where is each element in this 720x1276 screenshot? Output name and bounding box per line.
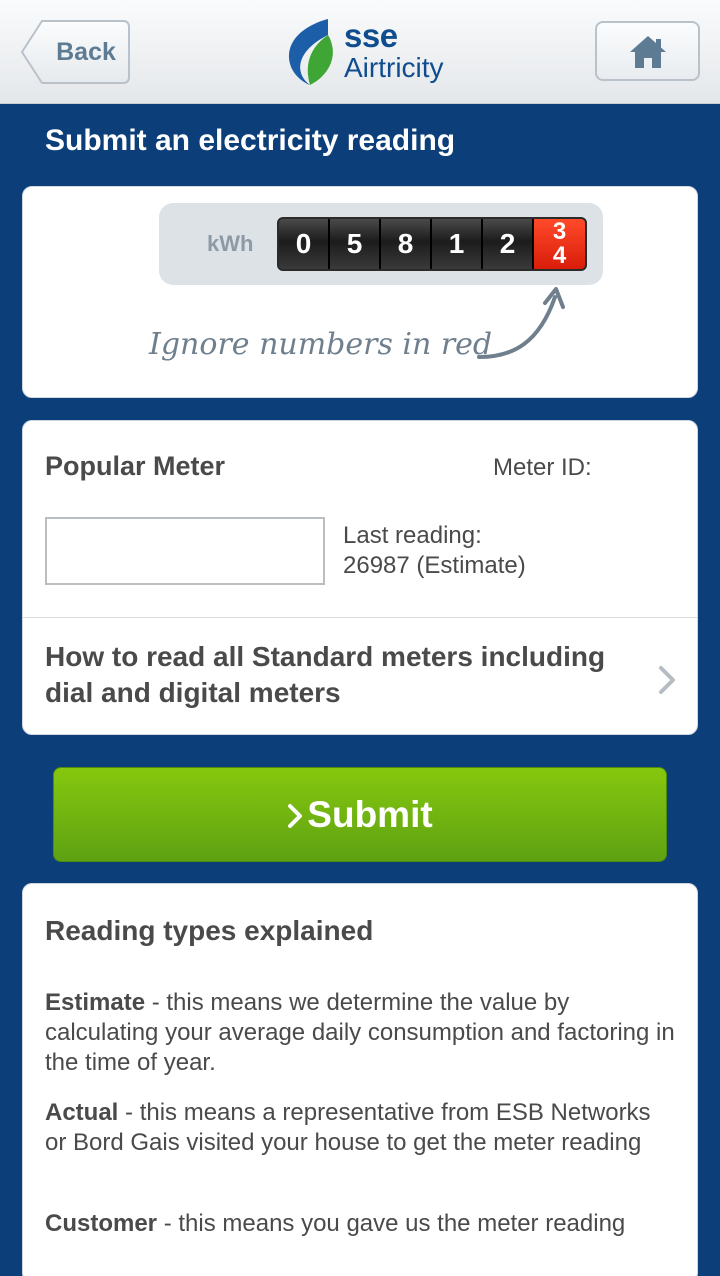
meter-name: Popular Meter — [45, 451, 226, 481]
reading-type-term: Actual — [45, 1099, 119, 1126]
meter-digit: 2 — [483, 219, 534, 269]
reading-type-customer: Customer - this means you gave us the me… — [45, 1209, 675, 1239]
reading-type-text: - this means you gave us the meter readi… — [157, 1210, 626, 1237]
sse-airtricity-logo: sse Airtricity — [280, 17, 450, 87]
reading-type-estimate: Estimate - this means we determine the v… — [45, 988, 675, 1078]
reading-types-card: Reading types explained Estimate - this … — [22, 883, 698, 1276]
back-button-label: Back — [56, 38, 116, 66]
meter-dial-illustration: kWh 0 5 8 1 2 3 4 — [159, 203, 603, 285]
last-reading-label: Last reading: — [343, 522, 482, 549]
meter-id-label: Meter ID: — [493, 454, 592, 481]
submit-label: Submit — [307, 794, 433, 835]
home-button[interactable] — [595, 21, 700, 81]
last-reading-value: 26987 (Estimate) — [343, 552, 526, 579]
meter-red-digit: 3 4 — [534, 219, 585, 269]
how-to-read-meters-link[interactable]: How to read all Standard meters includin… — [45, 639, 645, 711]
meter-reading-card: Popular Meter Meter ID: Last reading: 26… — [22, 420, 698, 735]
meter-digit: 8 — [381, 219, 432, 269]
reading-type-term: Customer — [45, 1210, 158, 1237]
ignore-red-note: Ignore numbers in red — [149, 327, 493, 362]
meter-reading-input[interactable] — [45, 517, 325, 585]
reading-type-text: - this means a representative from ESB N… — [45, 1099, 651, 1156]
reading-types-title: Reading types explained — [45, 915, 374, 946]
reading-type-term: Estimate — [45, 989, 146, 1016]
chevron-right-icon[interactable] — [657, 664, 679, 696]
chevron-right-icon — [288, 804, 303, 828]
divider — [23, 617, 697, 618]
meter-illustration-card: kWh 0 5 8 1 2 3 4 Ignore numbers in red — [22, 186, 698, 398]
logo-brand-text: sse — [344, 17, 398, 54]
reading-type-actual: Actual - this means a representative fro… — [45, 1098, 675, 1158]
submit-button[interactable]: Submit — [53, 767, 667, 862]
top-bar: Back sse Airtricity — [0, 0, 720, 104]
back-button[interactable]: Back — [20, 19, 131, 85]
meter-digits: 0 5 8 1 2 3 4 — [277, 217, 587, 271]
home-icon — [630, 36, 666, 68]
logo-sub-text: Airtricity — [344, 52, 444, 83]
kwh-label: kWh — [207, 231, 254, 256]
swirl-logo-icon — [289, 19, 333, 85]
page-title: Submit an electricity reading — [45, 124, 456, 157]
red-digit-bottom: 4 — [552, 242, 567, 269]
red-digit-top: 3 — [552, 218, 567, 245]
meter-digit: 1 — [432, 219, 483, 269]
submit-button-text: Submit — [54, 768, 666, 861]
meter-digit: 5 — [330, 219, 381, 269]
meter-digit: 0 — [279, 219, 330, 269]
